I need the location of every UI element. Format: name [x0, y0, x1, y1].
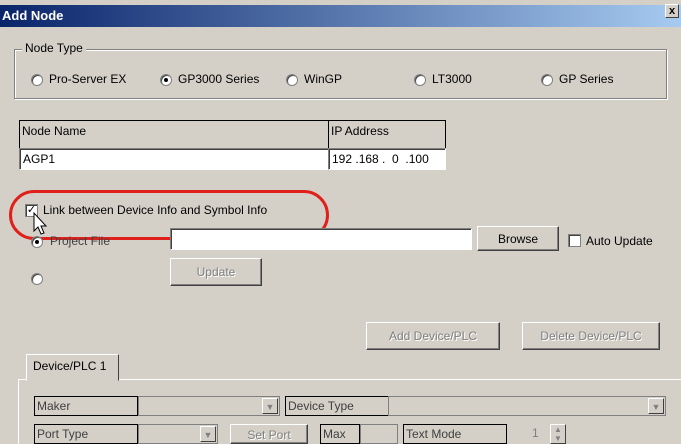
node-name-header-label: Node Name	[22, 124, 87, 138]
maker-label: Maker	[34, 396, 138, 416]
device-type-label: Device Type	[285, 396, 389, 416]
tab-device-plc-1-label: Device/PLC 1	[33, 359, 107, 373]
chevron-down-icon[interactable]: ▼	[262, 398, 278, 414]
chevron-down-icon[interactable]: ▼	[200, 426, 216, 442]
window-title: Add Node	[2, 8, 64, 23]
text-mode-label: Text Mode	[403, 424, 507, 444]
ip-address-header-label: IP Address	[331, 124, 389, 138]
tab-device-plc-1[interactable]: Device/PLC 1	[26, 354, 119, 381]
add-device-plc-button[interactable]: Add Device/PLC	[366, 322, 500, 350]
mouse-cursor-icon	[33, 212, 48, 235]
max-label: Max	[320, 424, 360, 444]
radio-read-info-online[interactable]	[31, 273, 43, 285]
ip-address-input[interactable]: 192 .168 . 0 .100	[328, 148, 446, 170]
radio-project-file[interactable]	[31, 236, 43, 248]
set-port-button[interactable]: Set Port	[230, 424, 308, 444]
chevron-down-icon[interactable]: ▼	[648, 398, 664, 414]
auto-update-checkbox[interactable]	[568, 234, 581, 247]
max-field[interactable]	[360, 424, 398, 444]
spin-arrows-icon[interactable]: ▲ ▼	[550, 424, 566, 444]
radio-label-gp3000-series: GP3000 Series	[178, 72, 260, 86]
auto-update-label: Auto Update	[586, 234, 653, 248]
port-type-label: Port Type	[34, 424, 138, 444]
device-type-select[interactable]	[388, 396, 666, 416]
maker-select[interactable]	[138, 396, 280, 416]
node-name-input[interactable]: AGP1	[19, 148, 329, 170]
title-bar: Add Node	[0, 5, 681, 27]
browse-button[interactable]: Browse	[477, 226, 559, 251]
ip-address-header: IP Address	[328, 120, 446, 149]
node-type-legend: Node Type	[22, 41, 86, 55]
radio-lt3000[interactable]	[414, 74, 426, 86]
radio-gp-series[interactable]	[541, 74, 553, 86]
node-name-header: Node Name	[19, 120, 329, 149]
radio-label-pro-server-ex: Pro-Server EX	[49, 72, 127, 86]
text-mode-value: 1	[532, 426, 539, 440]
close-icon[interactable]: x	[665, 4, 679, 18]
radio-label-gp-series: GP Series	[559, 72, 614, 86]
radio-wingp[interactable]	[286, 74, 298, 86]
delete-device-plc-button[interactable]: Delete Device/PLC	[522, 322, 660, 350]
update-button[interactable]: Update	[170, 258, 262, 286]
radio-label-lt3000: LT3000	[432, 72, 472, 86]
radio-label-wingp: WinGP	[304, 72, 343, 86]
project-file-input[interactable]	[170, 228, 472, 250]
radio-gp3000-series[interactable]	[160, 74, 172, 86]
radio-pro-server-ex[interactable]	[31, 74, 43, 86]
project-file-label: Project File	[50, 234, 111, 248]
